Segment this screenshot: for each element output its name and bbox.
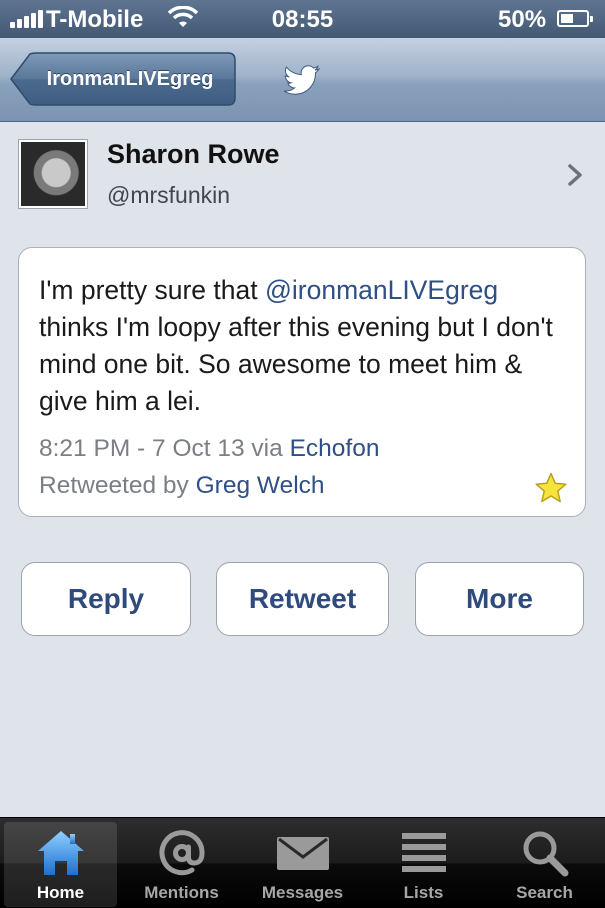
retweeted-by-prefix: Retweeted by xyxy=(39,472,196,499)
at-sign-icon xyxy=(158,824,206,882)
back-button-label: IronmanLIVEgreg xyxy=(46,67,214,90)
user-display-name: Sharon Rowe xyxy=(107,139,280,169)
tab-search[interactable]: Search xyxy=(488,822,601,907)
tweet-timestamp-line: 8:21 PM - 7 Oct 13 via Echofon xyxy=(39,430,379,467)
tweet-meta: 8:21 PM - 7 Oct 13 via Echofon Retweeted… xyxy=(39,430,379,504)
tab-mentions-label: Mentions xyxy=(144,883,219,902)
tab-home-label: Home xyxy=(36,883,85,902)
tab-home[interactable]: Home xyxy=(4,822,117,907)
user-handle: @mrsfunkin xyxy=(107,182,231,208)
tweet-mention-link[interactable]: @ironmanLIVEgreg xyxy=(265,275,498,305)
twitter-bird-icon xyxy=(283,65,321,100)
tab-lists-label: Lists xyxy=(403,883,444,902)
star-icon[interactable] xyxy=(534,472,568,509)
home-icon xyxy=(36,824,86,882)
battery-icon xyxy=(557,10,593,27)
tweet-card: I'm pretty sure that @ironmanLIVEgreg th… xyxy=(18,247,586,517)
tab-mentions[interactable]: Mentions xyxy=(125,822,238,907)
avatar-photo xyxy=(21,142,85,206)
magnifier-icon xyxy=(521,824,569,882)
retweeted-by-line: Retweeted by Greg Welch xyxy=(39,467,379,504)
tab-bar: Home Mentions Messages Lists Search xyxy=(0,817,605,908)
tweet-text: I'm pretty sure that @ironmanLIVEgreg th… xyxy=(39,272,574,420)
tweet-text-start: I'm pretty sure that xyxy=(39,275,265,305)
tweet-source-link[interactable]: Echofon xyxy=(290,435,380,462)
retweet-button[interactable]: Retweet xyxy=(216,562,389,636)
envelope-icon xyxy=(275,824,331,882)
status-bar: T-Mobile 08:55 50% xyxy=(0,0,605,38)
tweet-text-end: thinks I'm loopy after this evening but … xyxy=(39,312,553,416)
profile-header[interactable]: Sharon Rowe @mrsfunkin xyxy=(0,123,605,223)
list-icon xyxy=(401,824,446,882)
reply-button[interactable]: Reply xyxy=(21,562,191,636)
back-button[interactable]: IronmanLIVEgreg xyxy=(10,52,236,106)
tab-messages[interactable]: Messages xyxy=(246,822,359,907)
tab-lists[interactable]: Lists xyxy=(367,822,480,907)
battery-percentage: 50% xyxy=(498,6,547,33)
chevron-right-icon xyxy=(567,163,583,192)
tab-messages-label: Messages xyxy=(261,883,344,902)
tweet-timestamp: 8:21 PM - 7 Oct 13 via xyxy=(39,435,290,462)
tab-search-label: Search xyxy=(516,883,573,902)
more-button[interactable]: More xyxy=(415,562,584,636)
retweeted-by-link[interactable]: Greg Welch xyxy=(196,472,325,499)
navigation-bar: IronmanLIVEgreg xyxy=(0,38,605,122)
avatar xyxy=(18,139,88,209)
